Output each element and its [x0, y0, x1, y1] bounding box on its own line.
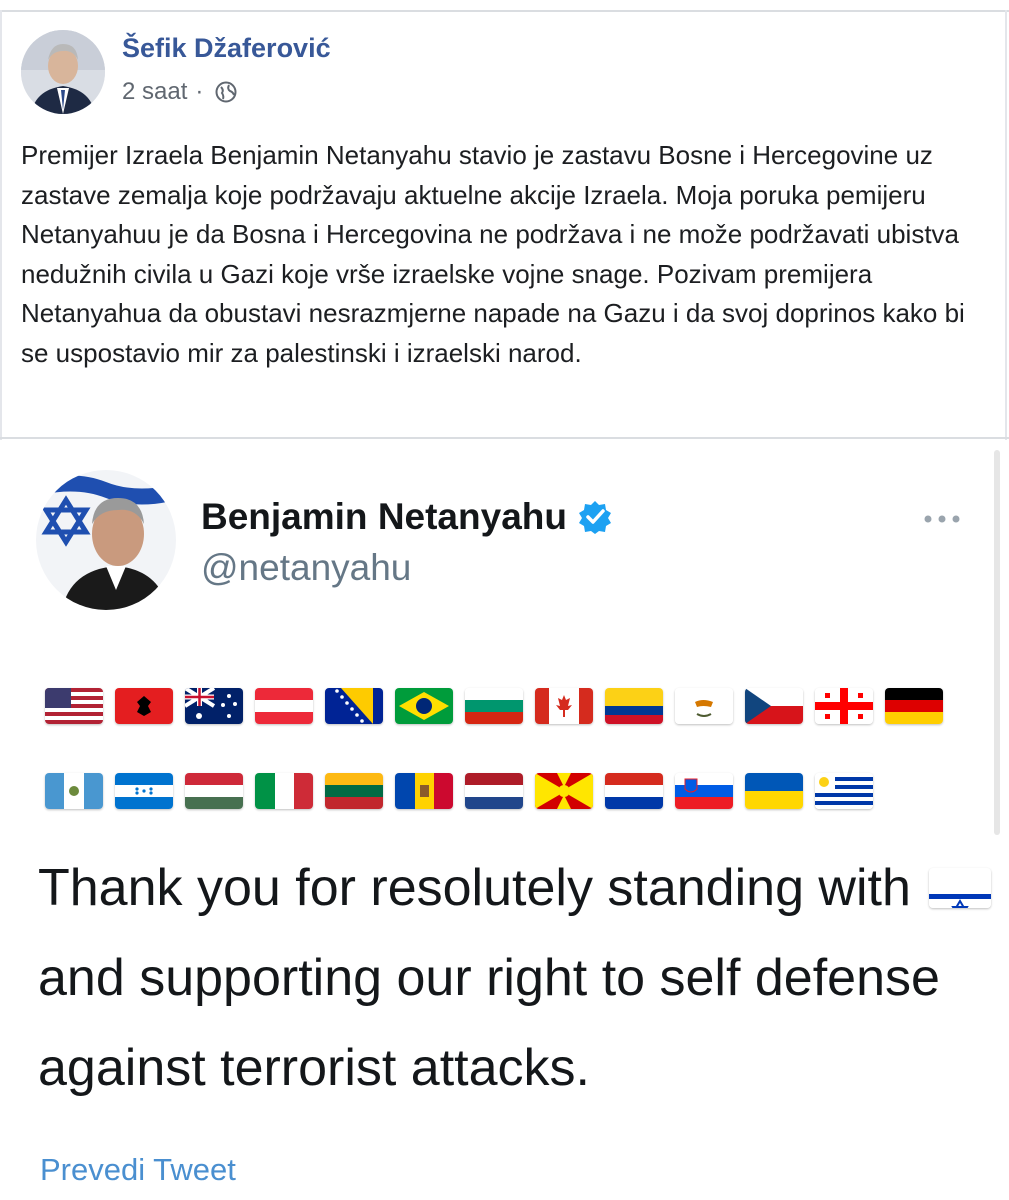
author-name[interactable]: Šefik Džaferović [122, 33, 331, 64]
flag-hungary-icon [185, 773, 243, 809]
flag-row-1 [45, 688, 955, 724]
tweet-author-name: Benjamin Netanyahu [201, 496, 567, 537]
flag-czechia-icon [745, 688, 803, 724]
tweet-text: Thank you for resolutely standing with a… [38, 843, 998, 1113]
post-meta: 2 saat · [122, 78, 237, 106]
flag-guatemala-icon [45, 773, 103, 809]
tweet-text-part1: Thank you for resolutely standing with [38, 859, 911, 917]
flag-israel-icon [929, 868, 992, 909]
flag-cyprus-icon [675, 688, 733, 724]
flag-row-2 [45, 773, 885, 809]
flag-us-icon [45, 688, 103, 724]
globe-icon[interactable] [215, 81, 237, 103]
author-avatar[interactable] [21, 30, 105, 114]
flag-germany-icon [885, 688, 943, 724]
flag-italy-icon [255, 773, 313, 809]
flag-georgia-icon [815, 688, 873, 724]
flag-moldova-icon [395, 773, 453, 809]
flag-brazil-icon [395, 688, 453, 724]
flag-uruguay-icon [815, 773, 873, 809]
flag-bosnia-herzegovina-icon [325, 688, 383, 724]
flag-netherlands-icon [465, 773, 523, 809]
flag-austria-icon [255, 688, 313, 724]
flag-bulgaria-icon [465, 688, 523, 724]
flag-colombia-icon [605, 688, 663, 724]
post-text: Premijer Izraela Benjamin Netanyahu stav… [21, 140, 965, 368]
tweet-text-part2: and supporting our right to self defense… [38, 949, 940, 1097]
flag-honduras-icon [115, 773, 173, 809]
flag-canada-icon [535, 688, 593, 724]
translate-tweet-link[interactable]: Prevedi Tweet [40, 1152, 236, 1188]
tweet-handle: @netanyahu [201, 547, 412, 588]
scrollbar[interactable] [994, 450, 1000, 835]
flag-albania-icon [115, 688, 173, 724]
flag-australia-icon [185, 688, 243, 724]
flag-lithuania-icon [325, 773, 383, 809]
post-timestamp[interactable]: 2 saat [122, 78, 187, 106]
verified-badge-icon [577, 499, 613, 535]
meta-separator: · [195, 78, 204, 105]
flag-paraguay-icon [605, 773, 663, 809]
flag-ukraine-icon [745, 773, 803, 809]
tweet-author-row: Benjamin Netanyahu [201, 496, 613, 538]
flag-north-macedonia-icon [535, 773, 593, 809]
flag-slovenia-icon [675, 773, 733, 809]
tweet-avatar [36, 470, 176, 610]
post-top-border [0, 10, 1009, 12]
post-divider [0, 437, 1009, 439]
more-dots-icon [920, 512, 964, 526]
